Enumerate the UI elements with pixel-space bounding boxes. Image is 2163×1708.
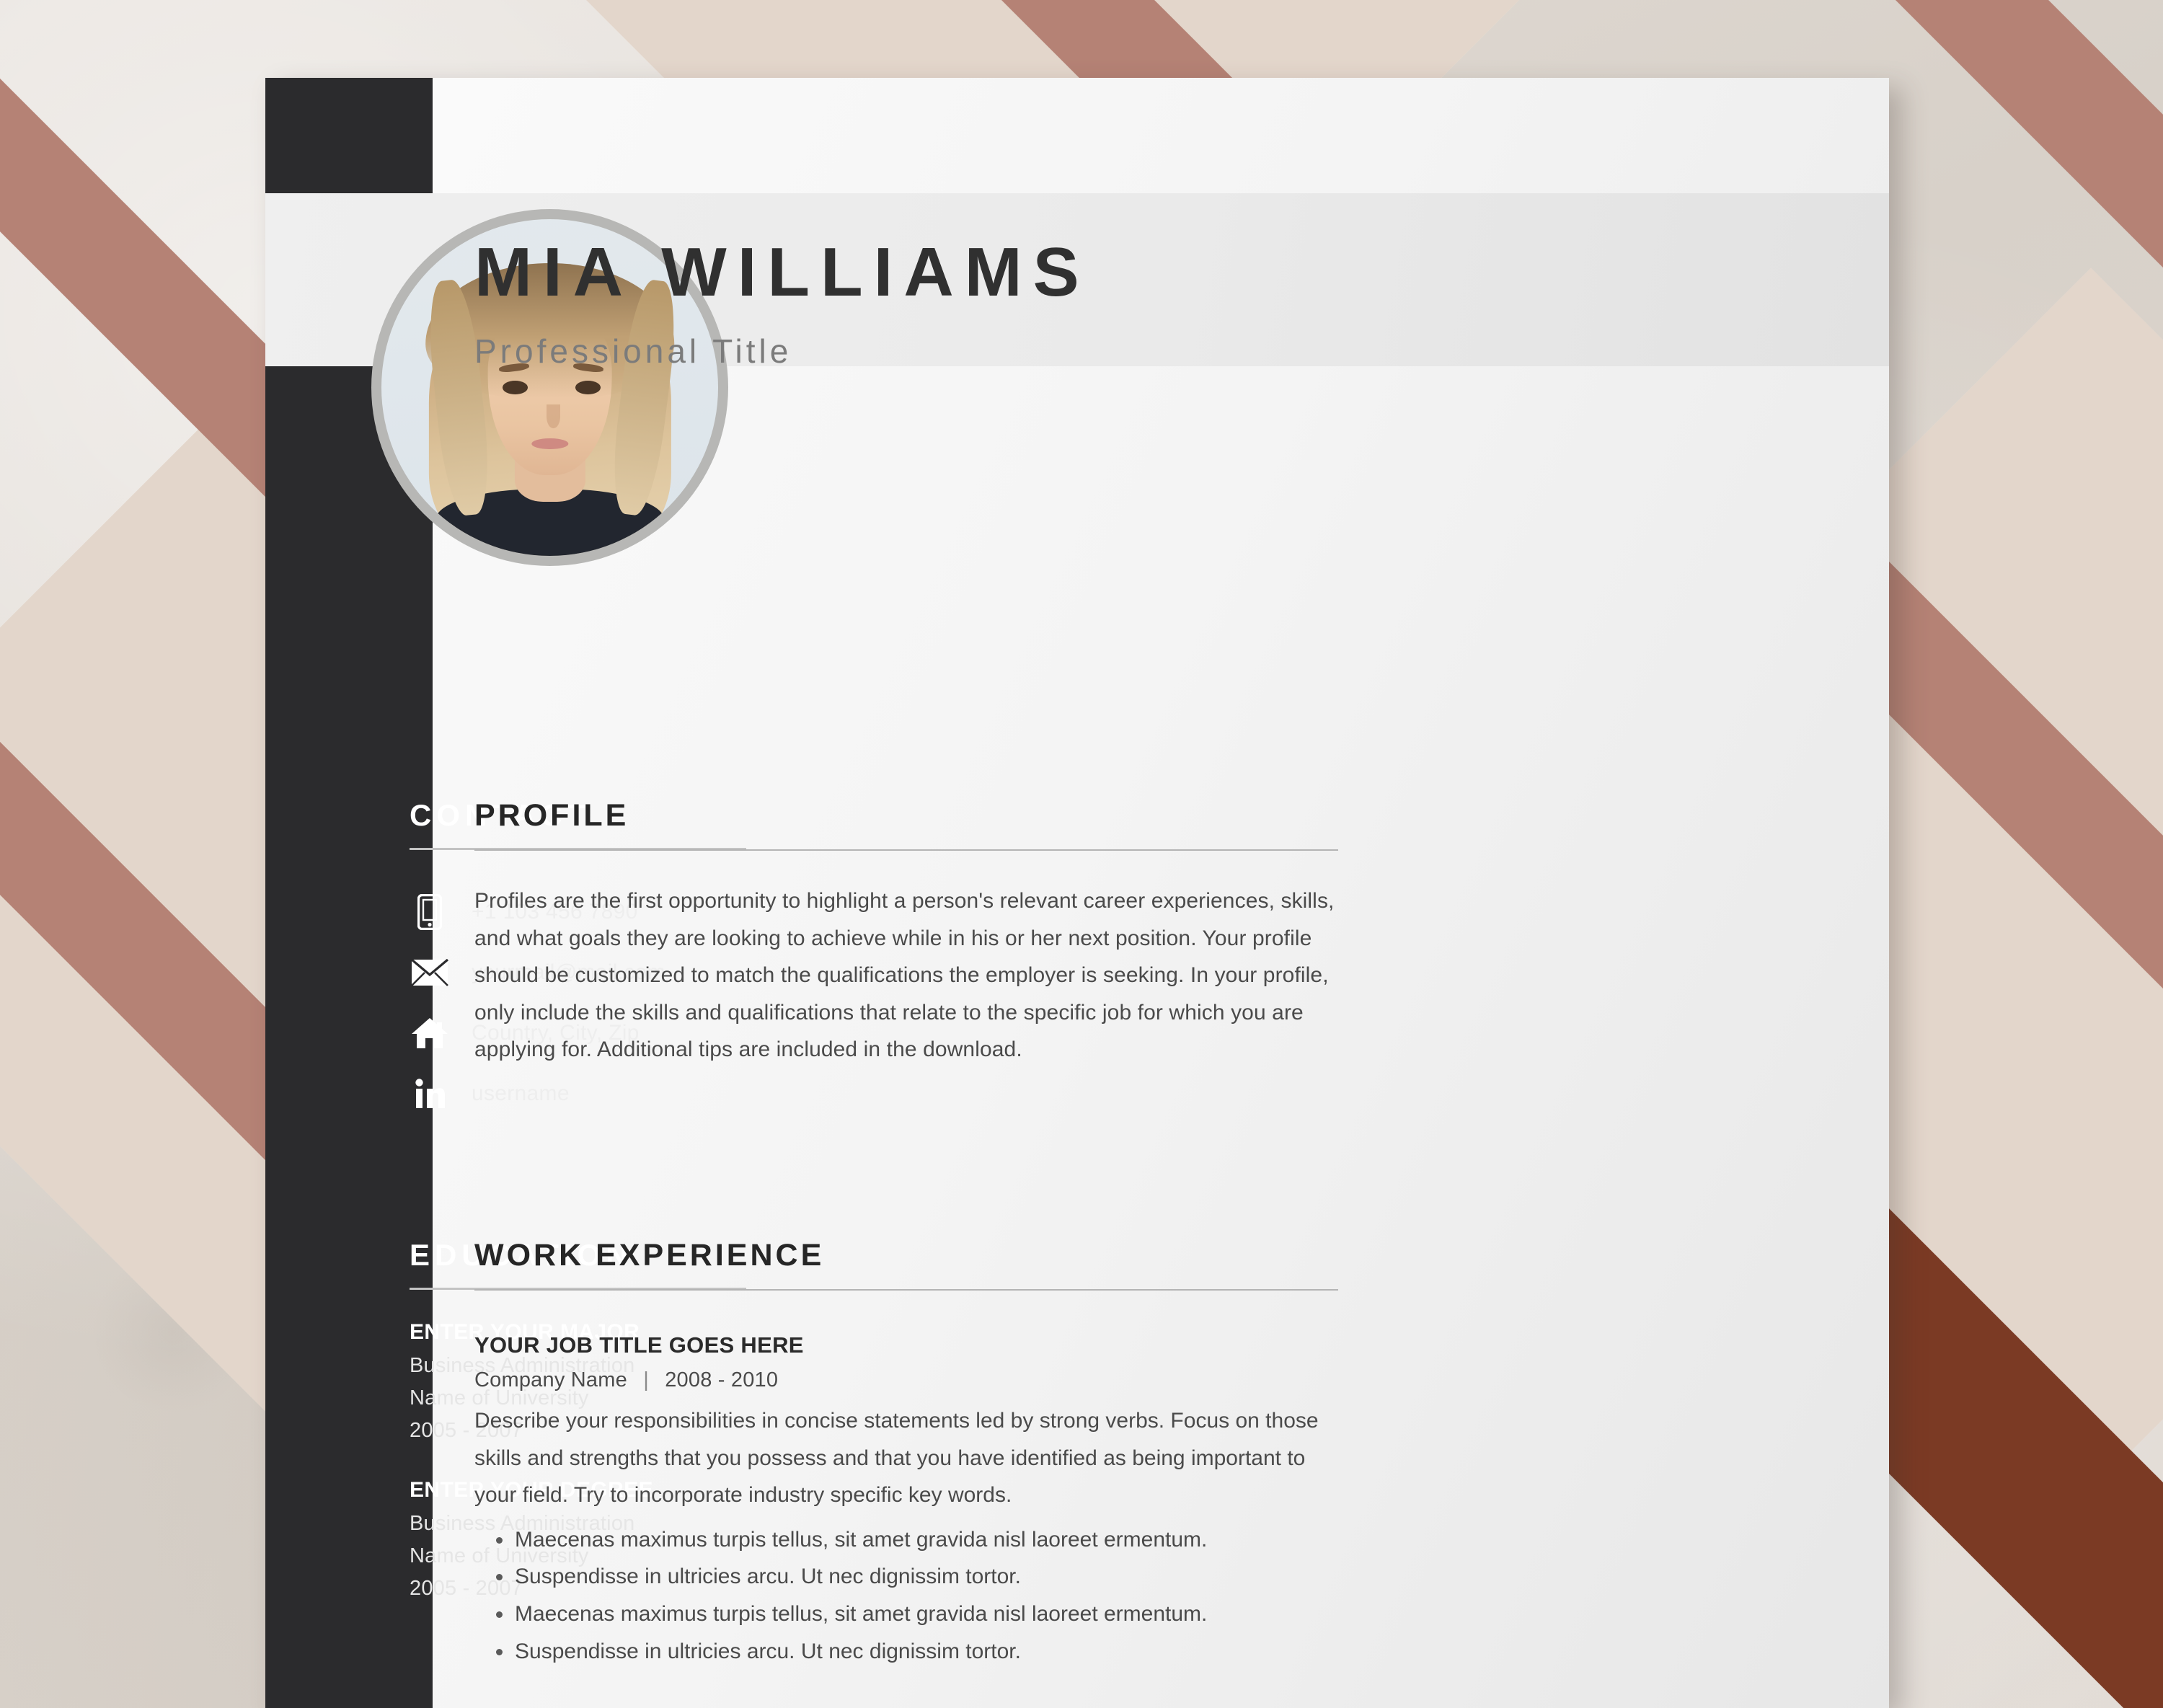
job-separator: | <box>643 1368 649 1391</box>
page-title: MIA WILLIAMS <box>474 234 1090 311</box>
job-meta: Company Name | 2008 - 2010 <box>474 1368 1340 1392</box>
eye-right <box>575 381 601 394</box>
job-company: Company Name <box>474 1368 627 1391</box>
work-experience-section: WORK EXPERIENCE YOUR JOB TITLE GOES HERE… <box>474 1240 1340 1708</box>
nose <box>546 404 560 428</box>
email-icon <box>410 958 450 986</box>
profile-divider <box>474 849 1338 851</box>
job-bullet: Maecenas maximus turpis tellus, sit amet… <box>474 1521 1340 1559</box>
job-bullet-list: Maecenas maximus turpis tellus, sit amet… <box>474 1521 1340 1670</box>
profile-section: PROFILE Profiles are the first opportuni… <box>474 800 1340 1068</box>
job-description: Describe your responsibilities in concis… <box>474 1409 1319 1508</box>
name-header: MIA WILLIAMS Professional Title <box>474 238 1628 371</box>
job-bullet: Suspendisse in ultricies arcu. Ut nec di… <box>474 1558 1340 1596</box>
eye-left <box>503 381 528 394</box>
job-entry: YOUR JOB TITLE GOES HERE Company Name | … <box>474 1332 1340 1670</box>
contact-item-linkedin[interactable]: username <box>410 1069 748 1118</box>
home-icon <box>410 1017 450 1050</box>
professional-title: Professional Title <box>474 332 792 370</box>
resume-page: MIA WILLIAMS Professional Title CONTACT … <box>265 78 1889 1708</box>
phone-icon <box>410 893 450 930</box>
job-title: YOUR JOB TITLE GOES HERE <box>474 1332 804 1358</box>
profile-text: Profiles are the first opportunity to hi… <box>474 889 1335 1062</box>
job-bullet: Maecenas maximus turpis tellus, sit amet… <box>474 1596 1340 1633</box>
linkedin-icon <box>410 1078 450 1110</box>
mouth <box>531 438 569 450</box>
work-experience-heading: WORK EXPERIENCE <box>474 1238 825 1273</box>
job-dates: 2008 - 2010 <box>665 1368 779 1391</box>
linkedin-value: username <box>472 1081 570 1105</box>
job-bullet: Suspendisse in ultricies arcu. Ut nec di… <box>474 1633 1340 1671</box>
profile-heading: PROFILE <box>474 798 629 833</box>
work-experience-divider <box>474 1289 1338 1291</box>
